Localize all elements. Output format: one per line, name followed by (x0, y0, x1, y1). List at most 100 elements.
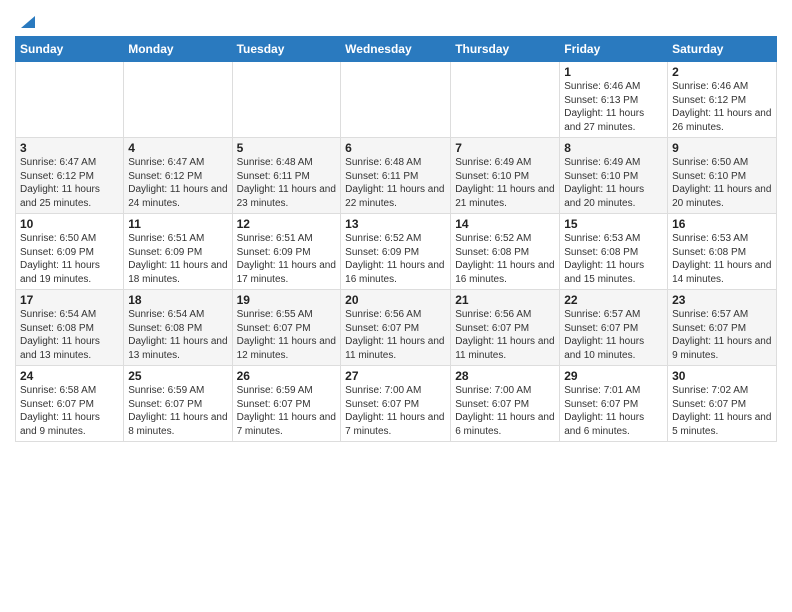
calendar-cell: 18Sunrise: 6:54 AM Sunset: 6:08 PM Dayli… (124, 290, 232, 366)
day-info: Sunrise: 6:56 AM Sunset: 6:07 PM Dayligh… (455, 308, 555, 362)
calendar-cell: 17Sunrise: 6:54 AM Sunset: 6:08 PM Dayli… (16, 290, 124, 366)
day-number: 25 (128, 369, 227, 383)
day-number: 26 (237, 369, 337, 383)
day-number: 1 (564, 65, 663, 79)
logo-icon (17, 12, 35, 30)
day-number: 22 (564, 293, 663, 307)
calendar-cell: 8Sunrise: 6:49 AM Sunset: 6:10 PM Daylig… (560, 138, 668, 214)
calendar-cell: 1Sunrise: 6:46 AM Sunset: 6:13 PM Daylig… (560, 62, 668, 138)
day-number: 29 (564, 369, 663, 383)
day-number: 13 (345, 217, 446, 231)
day-info: Sunrise: 6:48 AM Sunset: 6:11 PM Dayligh… (345, 156, 446, 210)
day-number: 9 (672, 141, 772, 155)
calendar-header-row: SundayMondayTuesdayWednesdayThursdayFrid… (16, 37, 777, 62)
calendar-cell: 3Sunrise: 6:47 AM Sunset: 6:12 PM Daylig… (16, 138, 124, 214)
day-info: Sunrise: 7:00 AM Sunset: 6:07 PM Dayligh… (455, 384, 555, 438)
calendar-week-row: 10Sunrise: 6:50 AM Sunset: 6:09 PM Dayli… (16, 214, 777, 290)
calendar-week-row: 1Sunrise: 6:46 AM Sunset: 6:13 PM Daylig… (16, 62, 777, 138)
calendar-cell: 23Sunrise: 6:57 AM Sunset: 6:07 PM Dayli… (668, 290, 777, 366)
day-number: 5 (237, 141, 337, 155)
day-info: Sunrise: 7:01 AM Sunset: 6:07 PM Dayligh… (564, 384, 663, 438)
calendar-cell: 2Sunrise: 6:46 AM Sunset: 6:12 PM Daylig… (668, 62, 777, 138)
day-info: Sunrise: 6:54 AM Sunset: 6:08 PM Dayligh… (20, 308, 119, 362)
calendar-cell: 25Sunrise: 6:59 AM Sunset: 6:07 PM Dayli… (124, 366, 232, 442)
day-number: 6 (345, 141, 446, 155)
calendar-week-row: 17Sunrise: 6:54 AM Sunset: 6:08 PM Dayli… (16, 290, 777, 366)
day-info: Sunrise: 6:57 AM Sunset: 6:07 PM Dayligh… (672, 308, 772, 362)
day-number: 14 (455, 217, 555, 231)
calendar-cell: 15Sunrise: 6:53 AM Sunset: 6:08 PM Dayli… (560, 214, 668, 290)
calendar-cell (16, 62, 124, 138)
calendar-cell: 27Sunrise: 7:00 AM Sunset: 6:07 PM Dayli… (341, 366, 451, 442)
calendar-cell: 6Sunrise: 6:48 AM Sunset: 6:11 PM Daylig… (341, 138, 451, 214)
calendar-cell: 5Sunrise: 6:48 AM Sunset: 6:11 PM Daylig… (232, 138, 341, 214)
weekday-header-friday: Friday (560, 37, 668, 62)
day-number: 15 (564, 217, 663, 231)
calendar-cell (232, 62, 341, 138)
day-info: Sunrise: 6:50 AM Sunset: 6:09 PM Dayligh… (20, 232, 119, 286)
day-info: Sunrise: 6:46 AM Sunset: 6:12 PM Dayligh… (672, 80, 772, 134)
weekday-header-saturday: Saturday (668, 37, 777, 62)
day-info: Sunrise: 6:49 AM Sunset: 6:10 PM Dayligh… (564, 156, 663, 210)
calendar-cell: 29Sunrise: 7:01 AM Sunset: 6:07 PM Dayli… (560, 366, 668, 442)
day-number: 20 (345, 293, 446, 307)
page-header (15, 10, 777, 30)
day-info: Sunrise: 6:52 AM Sunset: 6:08 PM Dayligh… (455, 232, 555, 286)
calendar-cell: 4Sunrise: 6:47 AM Sunset: 6:12 PM Daylig… (124, 138, 232, 214)
calendar-cell: 21Sunrise: 6:56 AM Sunset: 6:07 PM Dayli… (451, 290, 560, 366)
day-info: Sunrise: 6:53 AM Sunset: 6:08 PM Dayligh… (672, 232, 772, 286)
day-number: 16 (672, 217, 772, 231)
day-number: 23 (672, 293, 772, 307)
calendar-cell: 7Sunrise: 6:49 AM Sunset: 6:10 PM Daylig… (451, 138, 560, 214)
calendar-week-row: 3 Sunrise: 6:47 AM Sunset: 6:12 PM Daylig… (16, 138, 777, 214)
calendar-cell (341, 62, 451, 138)
day-number: 11 (128, 217, 227, 231)
day-info: Sunrise: 6:47 AM Sunset: 6:12 PM Dayligh… (128, 156, 227, 210)
day-info: Sunrise: 6:52 AM Sunset: 6:09 PM Dayligh… (345, 232, 446, 286)
calendar-cell: 13Sunrise: 6:52 AM Sunset: 6:09 PM Dayli… (341, 214, 451, 290)
calendar-cell: 20Sunrise: 6:56 AM Sunset: 6:07 PM Dayli… (341, 290, 451, 366)
day-number: 12 (237, 217, 337, 231)
day-info: Sunrise: 6:51 AM Sunset: 6:09 PM Dayligh… (237, 232, 337, 286)
calendar-cell: 11Sunrise: 6:51 AM Sunset: 6:09 PM Dayli… (124, 214, 232, 290)
calendar-cell: 12Sunrise: 6:51 AM Sunset: 6:09 PM Dayli… (232, 214, 341, 290)
day-info: Sunrise: 6:49 AM Sunset: 6:10 PM Dayligh… (455, 156, 555, 210)
weekday-header-thursday: Thursday (451, 37, 560, 62)
calendar-cell (124, 62, 232, 138)
day-info: Sunrise: 6:56 AM Sunset: 6:07 PM Dayligh… (345, 308, 446, 362)
day-number: 28 (455, 369, 555, 383)
day-number: 10 (20, 217, 119, 231)
day-number: 2 (672, 65, 772, 79)
day-info: Sunrise: 7:02 AM Sunset: 6:07 PM Dayligh… (672, 384, 772, 438)
day-info: Sunrise: 6:53 AM Sunset: 6:08 PM Dayligh… (564, 232, 663, 286)
day-info: Sunrise: 7:00 AM Sunset: 6:07 PM Dayligh… (345, 384, 446, 438)
day-number: 30 (672, 369, 772, 383)
day-number: 8 (564, 141, 663, 155)
calendar-cell: 22Sunrise: 6:57 AM Sunset: 6:07 PM Dayli… (560, 290, 668, 366)
calendar-cell (451, 62, 560, 138)
weekday-header-monday: Monday (124, 37, 232, 62)
calendar-cell: 26Sunrise: 6:59 AM Sunset: 6:07 PM Dayli… (232, 366, 341, 442)
day-info: Sunrise: 6:48 AM Sunset: 6:11 PM Dayligh… (237, 156, 337, 210)
day-info: Sunrise: 6:55 AM Sunset: 6:07 PM Dayligh… (237, 308, 337, 362)
calendar-cell: 24Sunrise: 6:58 AM Sunset: 6:07 PM Dayli… (16, 366, 124, 442)
calendar-cell: 9Sunrise: 6:50 AM Sunset: 6:10 PM Daylig… (668, 138, 777, 214)
day-number: 3 (20, 141, 119, 155)
calendar-week-row: 24Sunrise: 6:58 AM Sunset: 6:07 PM Dayli… (16, 366, 777, 442)
calendar-cell: 14Sunrise: 6:52 AM Sunset: 6:08 PM Dayli… (451, 214, 560, 290)
day-number: 21 (455, 293, 555, 307)
day-info: Sunrise: 6:57 AM Sunset: 6:07 PM Dayligh… (564, 308, 663, 362)
weekday-header-wednesday: Wednesday (341, 37, 451, 62)
day-info: Sunrise: 6:58 AM Sunset: 6:07 PM Dayligh… (20, 384, 119, 438)
day-info: Sunrise: 6:54 AM Sunset: 6:08 PM Dayligh… (128, 308, 227, 362)
logo (15, 10, 35, 30)
day-number: 24 (20, 369, 119, 383)
day-info: Sunrise: 6:59 AM Sunset: 6:07 PM Dayligh… (237, 384, 337, 438)
weekday-header-sunday: Sunday (16, 37, 124, 62)
day-number: 7 (455, 141, 555, 155)
calendar-cell: 28Sunrise: 7:00 AM Sunset: 6:07 PM Dayli… (451, 366, 560, 442)
day-info: Sunrise: 6:50 AM Sunset: 6:10 PM Dayligh… (672, 156, 772, 210)
day-number: 19 (237, 293, 337, 307)
day-number: 27 (345, 369, 446, 383)
day-info: Sunrise: 6:59 AM Sunset: 6:07 PM Dayligh… (128, 384, 227, 438)
